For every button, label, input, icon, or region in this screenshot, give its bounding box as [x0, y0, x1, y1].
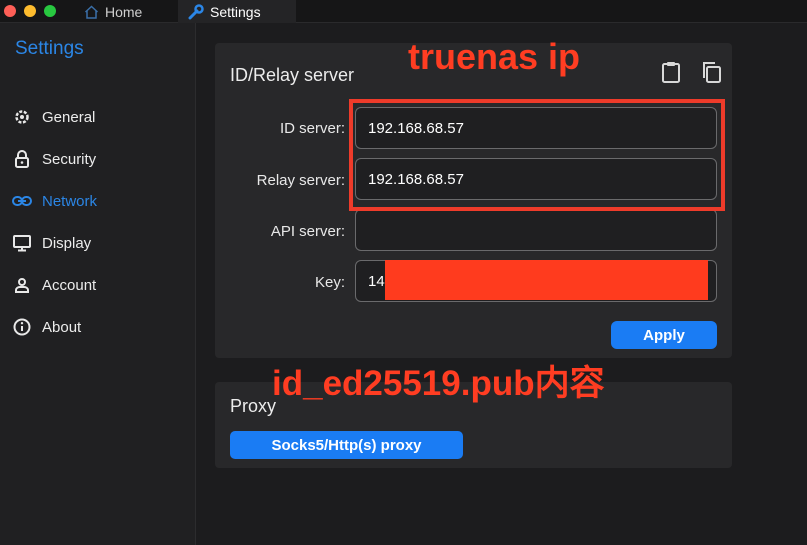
sidebar-item-general[interactable]: General	[12, 106, 95, 128]
wrench-icon	[188, 3, 204, 20]
relay-server-label: Relay server:	[256, 172, 345, 189]
link-icon	[12, 191, 32, 211]
card-title: Proxy	[230, 396, 277, 416]
sidebar-item-label: General	[42, 108, 96, 126]
sidebar: Settings General Security Network Displa…	[0, 23, 196, 545]
sidebar-item-security[interactable]: Security	[12, 148, 96, 170]
sidebar-item-label: Display	[42, 234, 92, 252]
sidebar-title: Settings	[15, 38, 84, 59]
sidebar-item-label: Account	[42, 276, 97, 294]
monitor-icon	[12, 233, 32, 253]
key-redaction-overlay	[385, 260, 708, 300]
gear-icon	[12, 107, 32, 127]
sidebar-item-label: About	[42, 318, 82, 336]
socks5-proxy-button[interactable]: Socks5/Http(s) proxy	[230, 431, 463, 459]
tab-home-label: Home	[105, 3, 143, 20]
tab-settings[interactable]: Settings	[178, 0, 296, 23]
key-label: Key:	[314, 274, 345, 291]
home-icon	[84, 4, 99, 19]
sidebar-item-network[interactable]: Network	[12, 190, 97, 212]
tab-settings-label: Settings	[210, 3, 261, 20]
sidebar-item-label: Network	[42, 192, 98, 210]
copy-icon[interactable]	[699, 60, 723, 84]
sidebar-item-account[interactable]: Account	[12, 274, 96, 296]
zoom-window-button[interactable]	[44, 5, 56, 17]
annotation-pubkey-note: id_ed25519.pub内容	[272, 364, 605, 403]
clipboard-icon[interactable]	[659, 60, 683, 84]
minimize-window-button[interactable]	[24, 5, 36, 17]
title-bar: Home Settings	[0, 0, 807, 23]
annotation-highlight-box	[349, 99, 725, 211]
annotation-truenas-ip: truenas ip	[408, 36, 581, 77]
id-server-label: ID server:	[279, 120, 345, 137]
lock-icon	[12, 149, 32, 169]
close-window-button[interactable]	[4, 5, 16, 17]
api-server-input[interactable]	[355, 209, 717, 251]
sidebar-item-label: Security	[42, 150, 97, 168]
sidebar-item-about[interactable]: About	[12, 316, 81, 338]
apply-button[interactable]: Apply	[611, 321, 717, 349]
api-server-label: API server:	[270, 223, 345, 240]
tab-home[interactable]: Home	[84, 0, 176, 23]
sidebar-item-display[interactable]: Display	[12, 232, 91, 254]
person-icon	[12, 275, 32, 295]
info-icon	[12, 317, 32, 337]
card-title: ID/Relay server	[230, 65, 355, 85]
